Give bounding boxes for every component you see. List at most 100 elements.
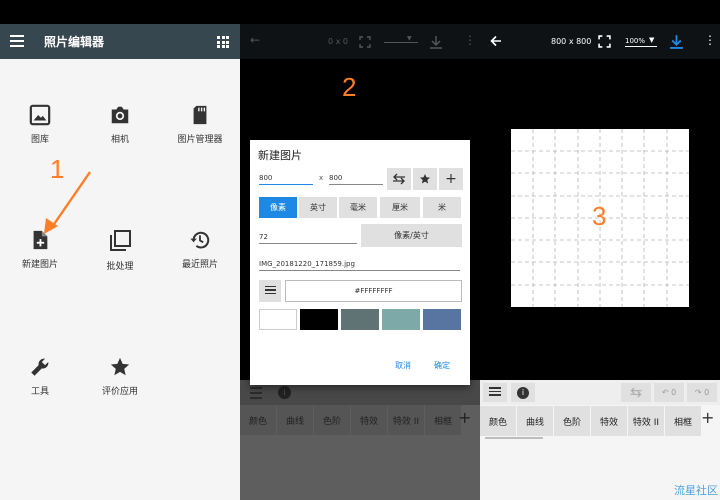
filename-input[interactable]: IMG_20181220_171859.jpg: [259, 260, 460, 271]
list-icon: [264, 285, 276, 297]
dpi-input[interactable]: 72: [259, 233, 357, 244]
tile-label: 新建图片: [21, 260, 58, 270]
tile-image-manager[interactable]: 图片管理器: [160, 104, 240, 145]
editor-bottom-bar: i ↶ 0 ↷ 0 颜色 曲线 色阶 特效 特效 II 相框 + 流星社区: [480, 380, 720, 500]
tab-effects[interactable]: 特效: [591, 406, 627, 436]
chevron-down-icon: ▼: [649, 36, 655, 44]
tab-color[interactable]: 颜色: [480, 406, 516, 436]
editor-bottom-bar-dimmed: i 颜色 曲线 色阶 特效 特效 II 相框 +: [240, 380, 480, 500]
tile-label: 评价应用: [101, 387, 138, 397]
tile-label: 批处理: [106, 262, 134, 272]
unit-meters[interactable]: 米: [423, 197, 461, 218]
tile-camera[interactable]: 相机: [80, 104, 160, 145]
new-image-dialog-panel: ← 0 x 0 ▼ ⋮ 2 i 颜色 曲线 色阶 特效 特效 II 相框 + 新…: [240, 0, 480, 500]
camera-icon: [111, 106, 129, 124]
batch-icon: [110, 230, 131, 251]
tool-tabs: 颜色 曲线 色阶 特效 特效 II 相框: [240, 405, 462, 435]
tab-frame[interactable]: 相框: [425, 405, 461, 435]
redo-count: 0: [704, 388, 710, 397]
editor-toolbar: 800 x 800 100% ▼ ⋮: [480, 24, 720, 59]
step-callout: 2: [342, 72, 357, 102]
screenshot-root: 照片编辑器 图库 相机 图片管理器 新建图片 批处理 最近照片 工具 评价应用 …: [0, 0, 720, 500]
tab-frame[interactable]: 相框: [665, 406, 701, 436]
color-list-button[interactable]: [259, 280, 281, 302]
editor-action-row: i ↶ 0 ↷ 0: [480, 380, 720, 405]
swap-button[interactable]: [387, 168, 411, 190]
apps-grid-icon[interactable]: [217, 36, 229, 48]
redo-button[interactable]: ↷ 0: [687, 383, 717, 402]
chevron-down-icon: ▼: [407, 35, 412, 42]
app-title: 照片编辑器: [44, 35, 105, 49]
download-icon[interactable]: [429, 35, 443, 49]
image-dimensions: 0 x 0: [328, 37, 348, 46]
tool-tabs: 颜色 曲线 色阶 特效 特效 II 相框: [480, 406, 702, 436]
more-vert-icon[interactable]: ⋮: [704, 33, 716, 47]
height-input[interactable]: 800: [329, 174, 383, 185]
editor-toolbar-dimmed: ← 0 x 0 ▼ ⋮: [240, 24, 480, 59]
tab-color[interactable]: 颜色: [240, 405, 276, 435]
ok-button[interactable]: 确定: [434, 360, 450, 371]
step-callout: 3: [592, 201, 607, 231]
undo-button[interactable]: ↶ 0: [654, 383, 684, 402]
unit-pixels[interactable]: 像素: [259, 197, 297, 218]
image-icon: [29, 104, 51, 126]
info-button[interactable]: i: [511, 383, 535, 402]
swap-button[interactable]: [621, 383, 651, 402]
tile-tools[interactable]: 工具: [0, 356, 80, 397]
tile-rate-app[interactable]: 评价应用: [80, 356, 160, 397]
sd-card-icon: [193, 105, 207, 125]
tile-gallery[interactable]: 图库: [0, 104, 80, 145]
star-icon: [420, 174, 430, 184]
swap-icon: [630, 387, 642, 398]
add-icon[interactable]: +: [458, 408, 471, 427]
more-vert-icon[interactable]: ⋮: [464, 33, 476, 47]
tab-effects[interactable]: 特效: [351, 405, 387, 435]
info-icon[interactable]: i: [278, 386, 291, 399]
home-screen-panel: 照片编辑器 图库 相机 图片管理器 新建图片 批处理 最近照片 工具 评价应用 …: [0, 0, 240, 500]
tile-label: 图库: [30, 135, 49, 145]
fullscreen-icon[interactable]: [359, 36, 371, 48]
add-preset-button[interactable]: +: [439, 168, 463, 190]
undo-icon: ↶: [661, 388, 669, 397]
back-arrow-icon[interactable]: [490, 35, 502, 47]
tab-curves[interactable]: 曲线: [277, 405, 313, 435]
tab-levels[interactable]: 色阶: [314, 405, 350, 435]
dpi-unit-button[interactable]: 像素/英寸: [361, 224, 462, 247]
menu-icon[interactable]: [10, 35, 24, 47]
new-image-dialog: 新建图片 800 x 800 + 像素 英寸 毫米 厘米 米 72 像素/英寸 …: [250, 140, 470, 385]
unit-inches[interactable]: 英寸: [299, 197, 337, 218]
swatch-white[interactable]: [259, 309, 297, 330]
cancel-button[interactable]: 取消: [395, 360, 411, 371]
list-icon[interactable]: [250, 387, 262, 399]
color-input[interactable]: #FFFFFFFF: [285, 280, 462, 302]
zoom-dropdown[interactable]: [384, 35, 418, 43]
list-button[interactable]: [483, 383, 507, 402]
back-arrow-icon[interactable]: ←: [250, 33, 260, 47]
swatch-slate[interactable]: [341, 309, 379, 330]
width-input[interactable]: 800: [259, 174, 313, 185]
swatch-black[interactable]: [300, 309, 338, 330]
tab-effects-2[interactable]: 特效 II: [628, 406, 664, 436]
redo-icon: ↷: [694, 388, 702, 397]
swatch-blue[interactable]: [423, 309, 461, 330]
callout-arrow-icon: [44, 171, 91, 234]
tab-curves[interactable]: 曲线: [517, 406, 553, 436]
tile-recent[interactable]: 最近照片: [160, 229, 240, 270]
unit-cm[interactable]: 厘米: [380, 197, 420, 218]
wrench-icon: [31, 358, 49, 376]
tile-label: 相机: [110, 135, 129, 145]
favorite-button[interactable]: [413, 168, 437, 190]
download-icon[interactable]: [669, 34, 684, 49]
tile-label: 工具: [30, 387, 49, 397]
plus-icon: +: [445, 171, 457, 187]
editor-panel: 800 x 800 100% ▼ ⋮ 3 i ↶ 0 ↷ 0 颜色 曲线 色阶 …: [480, 0, 720, 500]
fullscreen-icon[interactable]: [598, 35, 611, 48]
unit-mm[interactable]: 毫米: [339, 197, 377, 218]
tab-effects-2[interactable]: 特效 II: [388, 405, 424, 435]
watermark-text: 流星社区: [674, 484, 718, 497]
tab-levels[interactable]: 色阶: [554, 406, 590, 436]
history-icon: [190, 231, 210, 249]
add-icon[interactable]: +: [701, 408, 714, 427]
tile-label: 最近照片: [181, 260, 218, 270]
swatch-teal[interactable]: [382, 309, 420, 330]
